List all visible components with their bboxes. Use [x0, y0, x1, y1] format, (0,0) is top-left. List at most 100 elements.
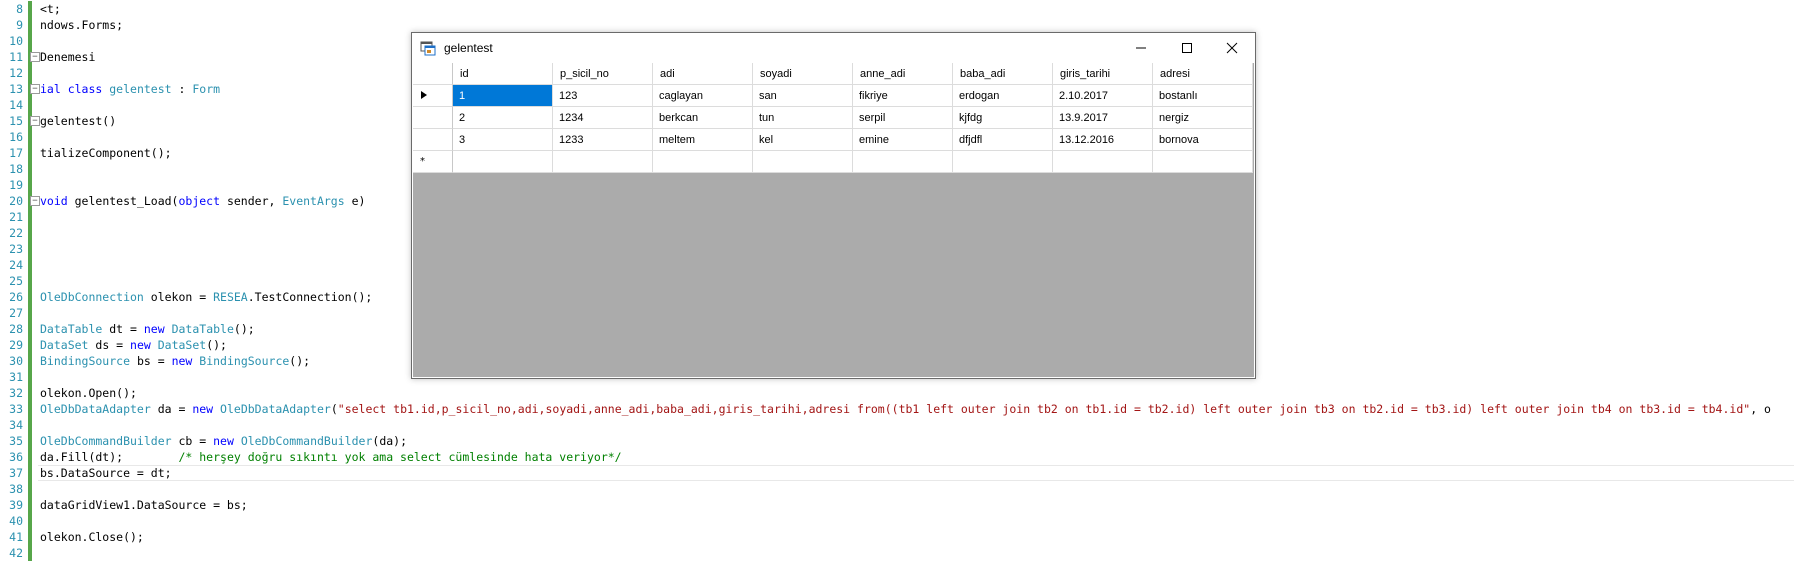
code-line[interactable]: 33 OleDbDataAdapter da = new OleDbDataAda… [0, 401, 1794, 417]
data-grid-view[interactable]: id p_sicil_no adi soyadi anne_adi baba_adi gir… [413, 63, 1254, 377]
cell-p-sicil-no[interactable]: 1233 [553, 129, 653, 151]
line-number: 42 [9, 546, 23, 560]
cell-baba-adi[interactable] [953, 151, 1053, 173]
line-number: 19 [9, 178, 23, 192]
code-line[interactable]: 41 olekon.Close(); [0, 529, 1794, 545]
code-line[interactable]: 8 <t; [0, 1, 1794, 17]
code-text: bs.DataSource = dt; [40, 466, 172, 480]
fold-toggle-icon[interactable]: − [30, 196, 40, 206]
change-indicator [28, 177, 32, 193]
column-header-giris-tarihi[interactable]: giris_tarihi [1053, 63, 1153, 85]
cell-giris-tarihi[interactable]: 13.9.2017 [1053, 107, 1153, 129]
gelentest-window[interactable]: gelentest id p_sicil_no adi soyadi anne_adi b… [411, 32, 1256, 379]
column-header-anne-adi[interactable]: anne_adi [853, 63, 953, 85]
row-header[interactable] [413, 129, 453, 151]
cell-soyadi[interactable]: san [753, 85, 853, 107]
code-text: da.Fill(dt); /* herşey doğru sıkıntı yok… [40, 450, 622, 464]
cell-adi[interactable] [653, 151, 753, 173]
cell-p-sicil-no[interactable] [553, 151, 653, 173]
close-button[interactable] [1209, 33, 1255, 63]
change-indicator [28, 33, 32, 49]
line-number: 17 [9, 146, 23, 160]
code-line[interactable]: 35 OleDbCommandBuilder cb = new OleDbComm… [0, 433, 1794, 449]
code-line[interactable]: 34 [0, 417, 1794, 433]
change-indicator [28, 337, 32, 353]
column-header-id[interactable]: id [453, 63, 553, 85]
column-header-label: adi [660, 68, 675, 80]
cell-anne-adi[interactable] [853, 151, 953, 173]
cell-id[interactable]: 2 [453, 107, 553, 129]
code-line[interactable]: 42 [0, 545, 1794, 561]
cell-id[interactable]: 3 [453, 129, 553, 151]
change-indicator [28, 417, 32, 433]
line-number: 33 [9, 402, 23, 416]
column-header-baba-adi[interactable]: baba_adi [953, 63, 1053, 85]
fold-toggle-icon[interactable]: − [30, 84, 40, 94]
fold-toggle-icon[interactable]: − [30, 116, 40, 126]
column-header-p-sicil-no[interactable]: p_sicil_no [553, 63, 653, 85]
code-line[interactable]: 37 bs.DataSource = dt; [0, 465, 1794, 481]
cell-adresi[interactable]: bostanlı [1153, 85, 1253, 107]
cell-giris-tarihi[interactable]: 2.10.2017 [1053, 85, 1153, 107]
code-text: dataGridView1.DataSource = bs; [40, 498, 248, 512]
title-bar[interactable]: gelentest [412, 33, 1255, 63]
code-text: BindingSource bs = new BindingSource(); [40, 354, 311, 368]
cell-adresi[interactable]: nergiz [1153, 107, 1253, 129]
cell-baba-adi[interactable]: dfjdfl [953, 129, 1053, 151]
code-text: Denemesi [40, 50, 96, 64]
change-indicator [28, 385, 32, 401]
line-number: 13 [9, 82, 23, 96]
cell-soyadi[interactable]: kel [753, 129, 853, 151]
cell-adi[interactable]: caglayan [653, 85, 753, 107]
cell-adresi[interactable]: bornova [1153, 129, 1253, 151]
cell-baba-adi[interactable]: erdogan [953, 85, 1053, 107]
code-line[interactable]: 32 olekon.Open(); [0, 385, 1794, 401]
column-header-label: p_sicil_no [560, 68, 609, 80]
maximize-button[interactable] [1164, 33, 1210, 63]
column-header-adresi[interactable]: adresi [1153, 63, 1253, 85]
code-line[interactable]: 9 ndows.Forms; [0, 17, 1794, 33]
line-number: 39 [9, 498, 23, 512]
cell-id[interactable]: 1 [453, 85, 553, 107]
column-header-adi[interactable]: adi [653, 63, 753, 85]
column-header-label: soyadi [760, 68, 792, 80]
line-number: 9 [16, 18, 23, 32]
line-number: 38 [9, 482, 23, 496]
line-number: 26 [9, 290, 23, 304]
cell-p-sicil-no[interactable]: 1234 [553, 107, 653, 129]
code-line[interactable]: 36 da.Fill(dt); /* herşey doğru sıkıntı y… [0, 449, 1794, 465]
row-header[interactable] [413, 85, 453, 107]
change-indicator [28, 449, 32, 465]
cell-anne-adi[interactable]: fikriye [853, 85, 953, 107]
change-indicator [28, 321, 32, 337]
column-header-label: id [460, 68, 469, 80]
grid-corner-header[interactable] [413, 63, 453, 85]
change-indicator [28, 529, 32, 545]
cell-soyadi[interactable] [753, 151, 853, 173]
line-number: 23 [9, 242, 23, 256]
cell-adi[interactable]: meltem [653, 129, 753, 151]
cell-baba-adi[interactable]: kjfdg [953, 107, 1053, 129]
cell-adresi[interactable] [1153, 151, 1253, 173]
row-header[interactable]: * [413, 151, 453, 173]
change-indicator [28, 513, 32, 529]
cell-giris-tarihi[interactable]: 13.12.2016 [1053, 129, 1153, 151]
column-header-soyadi[interactable]: soyadi [753, 63, 853, 85]
row-header[interactable] [413, 107, 453, 129]
code-line[interactable]: 38 [0, 481, 1794, 497]
cell-adi[interactable]: berkcan [653, 107, 753, 129]
fold-toggle-icon[interactable]: − [30, 52, 40, 62]
cell-p-sicil-no[interactable]: 123 [553, 85, 653, 107]
cell-id[interactable] [453, 151, 553, 173]
cell-anne-adi[interactable]: emine [853, 129, 953, 151]
line-number: 24 [9, 258, 23, 272]
code-line[interactable]: 39 dataGridView1.DataSource = bs; [0, 497, 1794, 513]
cell-soyadi[interactable]: tun [753, 107, 853, 129]
minimize-button[interactable] [1118, 33, 1164, 63]
cell-anne-adi[interactable]: serpil [853, 107, 953, 129]
cell-giris-tarihi[interactable] [1053, 151, 1153, 173]
column-header-label: baba_adi [960, 68, 1006, 80]
column-header-label: anne_adi [860, 68, 906, 80]
line-number: 40 [9, 514, 23, 528]
code-line[interactable]: 40 [0, 513, 1794, 529]
